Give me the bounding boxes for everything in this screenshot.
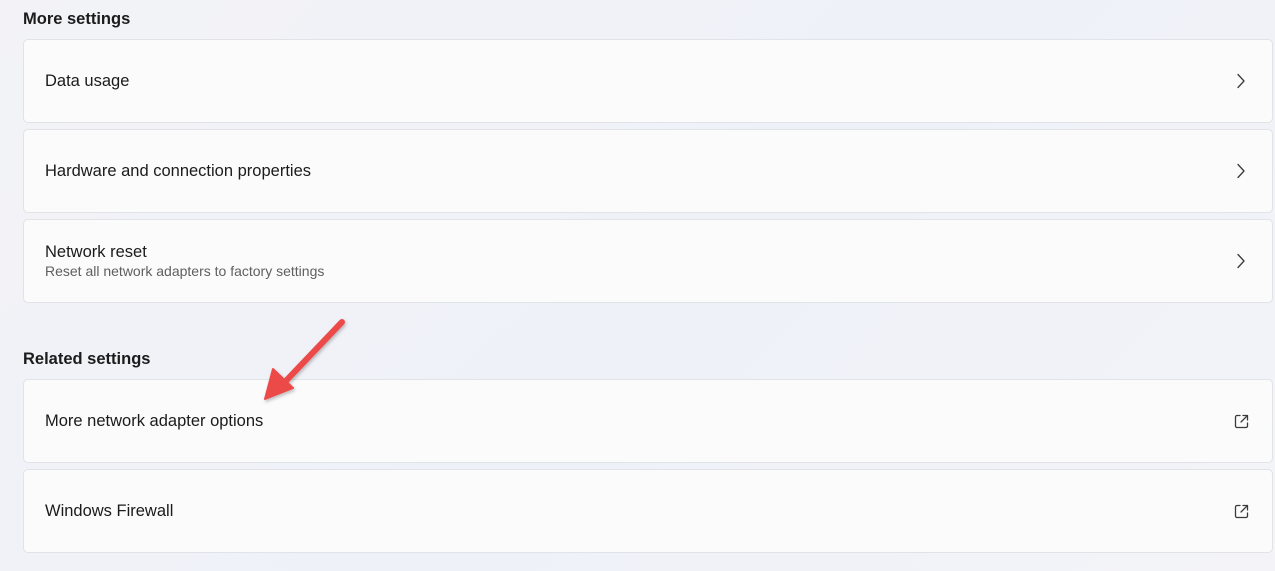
windows-firewall-label: Windows Firewall xyxy=(45,502,174,520)
windows-firewall-item[interactable]: Windows Firewall xyxy=(23,469,1273,553)
external-link-icon xyxy=(1232,502,1250,520)
related-settings-heading: Related settings xyxy=(23,350,151,368)
hardware-connection-properties-label: Hardware and connection properties xyxy=(45,162,311,180)
network-reset-description: Reset all network adapters to factory se… xyxy=(45,263,325,279)
network-reset-item[interactable]: Network reset Reset all network adapters… xyxy=(23,219,1273,303)
more-network-adapter-options-label: More network adapter options xyxy=(45,412,264,430)
hardware-connection-properties-item[interactable]: Hardware and connection properties xyxy=(23,129,1273,213)
chevron-right-icon xyxy=(1232,252,1250,270)
chevron-right-icon xyxy=(1232,162,1250,180)
external-link-icon xyxy=(1232,412,1250,430)
data-usage-item[interactable]: Data usage xyxy=(23,39,1273,123)
network-reset-label: Network reset xyxy=(45,243,147,261)
data-usage-label: Data usage xyxy=(45,72,130,90)
more-settings-heading: More settings xyxy=(23,10,131,28)
chevron-right-icon xyxy=(1232,72,1250,90)
more-network-adapter-options-item[interactable]: More network adapter options xyxy=(23,379,1273,463)
